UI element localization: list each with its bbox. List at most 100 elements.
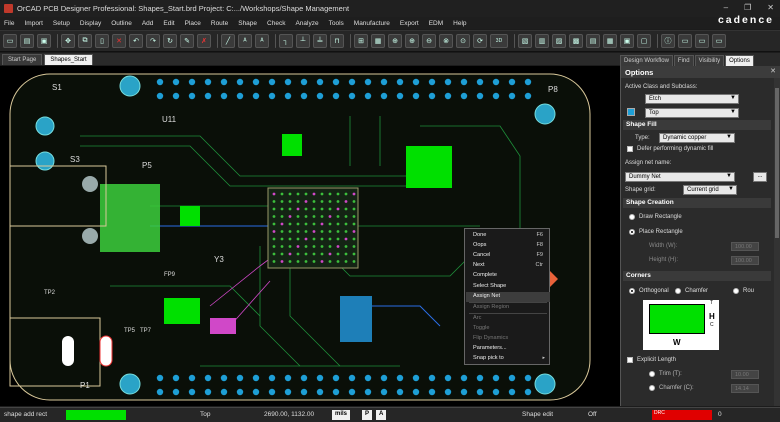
zoom-out-icon[interactable]: ⊖ <box>422 34 436 48</box>
menu-item-parameters[interactable]: Parameters... <box>473 345 507 351</box>
slide-icon[interactable]: ┴ <box>296 34 310 48</box>
paste-icon[interactable]: ▯ <box>95 34 109 48</box>
menu-item-done[interactable]: Done <box>473 232 486 238</box>
panel-scrollbar[interactable] <box>774 78 780 406</box>
menu-shape[interactable]: Shape <box>238 20 257 27</box>
move-icon[interactable]: ✥ <box>61 34 75 48</box>
menu-item-select-shape[interactable]: Select Shape <box>473 283 506 289</box>
shape-grid-select[interactable]: Current grid ▼ <box>683 185 737 195</box>
tab-start-page[interactable]: Start Page <box>2 54 43 65</box>
tab-visibility[interactable]: Visibility <box>694 55 725 66</box>
zoom-fit-icon[interactable]: ⊕ <box>388 34 402 48</box>
shape-check-icon[interactable]: ▢ <box>637 34 651 48</box>
menu-place[interactable]: Place <box>185 20 201 27</box>
place-rectangle-radio[interactable] <box>629 229 635 235</box>
measure-icon[interactable]: ▭ <box>678 34 692 48</box>
open-icon[interactable]: ▤ <box>20 34 34 48</box>
pcb-canvas[interactable]: S1 S3 P1 P5 P8 U11 Y3 TP5 TP7 FP9 TP2 Do… <box>0 66 620 406</box>
new-icon[interactable]: ▭ <box>3 34 17 48</box>
zoom-world-icon[interactable]: ⊙ <box>456 34 470 48</box>
menu-analyze[interactable]: Analyze <box>295 20 318 27</box>
add-connect-icon[interactable]: ┐ <box>279 34 293 48</box>
spin-icon[interactable]: ↻ <box>163 34 177 48</box>
a-button[interactable]: A <box>376 410 387 420</box>
save-icon[interactable]: ▣ <box>37 34 51 48</box>
property-edit-icon[interactable]: ✎ <box>180 34 194 48</box>
menu-edit[interactable]: Edit <box>163 20 174 27</box>
redraw-icon[interactable]: ⟳ <box>473 34 487 48</box>
script-icon[interactable]: ▭ <box>712 34 726 48</box>
menu-help[interactable]: Help <box>453 20 466 27</box>
menu-route[interactable]: Route <box>211 20 228 27</box>
defer-fill-checkbox[interactable] <box>627 146 633 152</box>
menu-item-snap-pick-to[interactable]: Snap pick to <box>473 355 504 361</box>
report-icon[interactable]: ▭ <box>695 34 709 48</box>
delete-icon[interactable]: ✕ <box>112 34 126 48</box>
menu-item-next[interactable]: Next <box>473 262 485 268</box>
zoom-in-icon[interactable]: ⊕ <box>405 34 419 48</box>
menu-export[interactable]: Export <box>400 20 419 27</box>
menu-item-oops[interactable]: Oops <box>473 242 486 248</box>
menu-item-cancel[interactable]: Cancel <box>473 252 490 258</box>
fanout-icon[interactable]: ╧ <box>313 34 327 48</box>
class-select[interactable]: Etch ▼ <box>645 94 739 104</box>
menu-tools[interactable]: Tools <box>329 20 344 27</box>
fill-type-select[interactable]: Dynamic copper ▼ <box>659 133 735 143</box>
maximize-button[interactable]: ❐ <box>744 3 751 12</box>
shape-rect-icon[interactable]: ▥ <box>535 34 549 48</box>
round-radio[interactable] <box>733 288 739 294</box>
menu-edm[interactable]: EDM <box>429 20 443 27</box>
shape-circle-icon[interactable]: ▨ <box>552 34 566 48</box>
shape-add-icon[interactable]: ▧ <box>518 34 532 48</box>
menu-import[interactable]: Import <box>24 20 42 27</box>
void-icon[interactable]: ▤ <box>586 34 600 48</box>
grid-icon[interactable]: ⊞ <box>354 34 368 48</box>
menu-outline[interactable]: Outline <box>111 20 132 27</box>
delay-tune-icon[interactable]: ⊓ <box>330 34 344 48</box>
subclass-color-swatch[interactable] <box>627 108 635 116</box>
tab-shapes-start[interactable]: Shapes_Start <box>44 54 93 65</box>
tab-design-workflow[interactable]: Design Workflow <box>620 55 673 66</box>
zoom-prev-icon[interactable]: ⊗ <box>439 34 453 48</box>
color-icon[interactable]: ▦ <box>371 34 385 48</box>
chamfer-c-radio[interactable] <box>649 385 655 391</box>
orthogonal-radio[interactable] <box>629 288 635 294</box>
menu-check[interactable]: Check <box>267 20 285 27</box>
scrollbar-thumb[interactable] <box>775 88 779 238</box>
tab-find[interactable]: Find <box>673 55 694 66</box>
menu-setup[interactable]: Setup <box>53 20 70 27</box>
draw-rectangle-radio[interactable] <box>629 214 635 220</box>
trim-radio[interactable] <box>649 371 655 377</box>
subclass-select[interactable]: Top ▼ <box>645 108 739 118</box>
main-toolbar: ▭ ▤ ▣ ✥ ⧉ ▯ ✕ ↶ ↷ ↻ ✎ ✗ ╱ ᴬ ᴬ ┐ ┴ ╧ ⊓ ⊞ … <box>0 30 780 52</box>
redo-icon[interactable]: ↷ <box>146 34 160 48</box>
menu-display[interactable]: Display <box>80 20 101 27</box>
minimize-button[interactable]: – <box>724 3 728 12</box>
p-button[interactable]: P <box>362 410 373 420</box>
copy-icon[interactable]: ⧉ <box>78 34 92 48</box>
units-button[interactable]: mils <box>332 410 351 420</box>
tab-options[interactable]: Options <box>725 55 754 66</box>
undo-icon[interactable]: ↶ <box>129 34 143 48</box>
add-line-icon[interactable]: ╱ <box>221 34 235 48</box>
change-text-icon[interactable]: ᴬ <box>255 34 269 48</box>
net-browse-button[interactable]: ... <box>753 172 767 182</box>
menu-add[interactable]: Add <box>142 20 154 27</box>
net-name-input[interactable]: Dummy Net ▼ <box>625 172 735 182</box>
shape-edit-icon[interactable]: ▦ <box>603 34 617 48</box>
shape-select-icon[interactable]: ▩ <box>569 34 583 48</box>
add-text-icon[interactable]: ᴬ <box>238 34 252 48</box>
menu-manufacture[interactable]: Manufacture <box>354 20 390 27</box>
close-button[interactable]: ✕ <box>767 3 774 12</box>
merge-shapes-icon[interactable]: ▣ <box>620 34 634 48</box>
menu-item-assign-net[interactable]: Assign Net <box>473 293 500 299</box>
panel-close-icon[interactable]: ✕ <box>770 67 776 75</box>
info-icon[interactable]: ⓘ <box>661 34 675 48</box>
menu-item-complete[interactable]: Complete <box>473 272 497 278</box>
unrats-icon[interactable]: ✗ <box>197 34 211 48</box>
chamfer-radio[interactable] <box>675 288 681 294</box>
menu-file[interactable]: File <box>4 20 14 27</box>
header-pad <box>412 388 420 396</box>
explicit-length-checkbox[interactable] <box>627 357 633 363</box>
view-3d-icon[interactable]: 3D <box>490 34 508 48</box>
